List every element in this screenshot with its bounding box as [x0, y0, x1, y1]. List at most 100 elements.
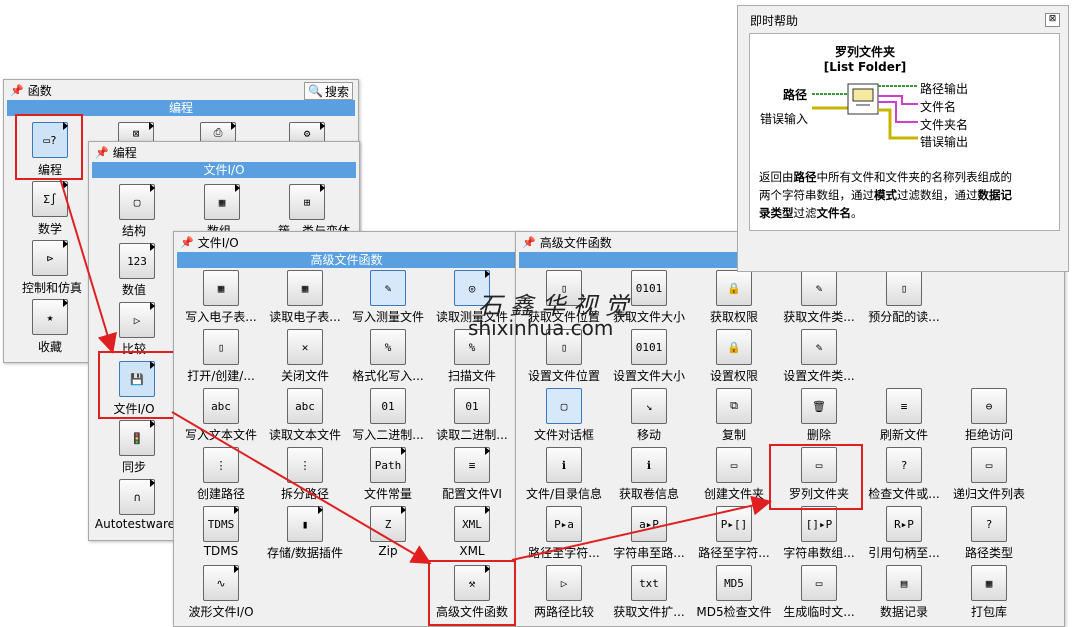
pin-icon[interactable]: 📌 [95, 146, 109, 159]
file-io-item-label-12: 创建路径 [196, 487, 245, 501]
advanced-item-label-10: 移动 [636, 428, 661, 442]
advanced-item-icon-32[interactable]: ▦ [971, 565, 1007, 601]
file-io-item-icon-9[interactable]: abc [287, 388, 323, 424]
desc-bold: 模式 [874, 188, 897, 202]
file-io-item-label-13: 拆分路径 [280, 487, 329, 501]
desc-text: 过滤 [793, 206, 817, 220]
comparison-icon[interactable]: ▷ [119, 302, 155, 338]
advanced-item-label-17: 创建文件夹 [703, 487, 764, 501]
autotestware-icon[interactable]: ∩ [119, 479, 155, 515]
file-io-item-icon-1[interactable]: ▦ [287, 270, 323, 306]
control-simulation-category-icon[interactable]: ⊳ [32, 240, 68, 276]
control-simulation-category-label: 控制和仿真 [21, 281, 82, 295]
desc-text: 。 [851, 206, 863, 220]
file-io-item-icon-6[interactable]: % [370, 329, 406, 365]
file-io-item-icon-18[interactable]: Z [370, 506, 406, 542]
file-io-item-icon-0[interactable]: ▦ [203, 270, 239, 306]
advanced-item-icon-16[interactable]: ℹ [631, 447, 667, 483]
advanced-item-icon-20[interactable]: ▭ [971, 447, 1007, 483]
file-io-item-label-20: 波形文件I/O [188, 605, 254, 619]
watermark-url: shixinhua.com [468, 316, 614, 340]
advanced-item-icon-3[interactable]: ✎ [801, 270, 837, 306]
file-io-item-icon-11[interactable]: 01 [454, 388, 490, 424]
file-io-item-icon-4[interactable]: ▯ [203, 329, 239, 365]
advanced-item-icon-31[interactable]: ▤ [886, 565, 922, 601]
advanced-item-label-30: 生成临时文... [783, 605, 855, 619]
close-icon[interactable]: ⊠ [1045, 13, 1060, 27]
file-io-item-icon-2[interactable]: ✎ [370, 270, 406, 306]
advanced-item-icon-9[interactable]: ▢ [546, 388, 582, 424]
output-path-label: 路径输出 [920, 82, 969, 96]
advanced-item-icon-30[interactable]: ▭ [801, 565, 837, 601]
advanced-item-icon-24[interactable]: []▸P [801, 506, 837, 542]
advanced-item-icon-27[interactable]: ▷ [546, 565, 582, 601]
node-title-en: [List Folder] [823, 60, 907, 74]
advanced-item-icon-21[interactable]: P▸a [546, 506, 582, 542]
advanced-item-icon-14[interactable]: ⊖ [971, 388, 1007, 424]
numeric-icon[interactable]: 123 [119, 243, 155, 279]
advanced-item-icon-7[interactable]: 🔒 [716, 329, 752, 365]
file-io-item-icon-10[interactable]: 01 [370, 388, 406, 424]
file-io-item-label-6: 格式化写入... [352, 369, 424, 383]
file-io-item-icon-13[interactable]: ⋮ [287, 447, 323, 483]
advanced-item-icon-25[interactable]: R▸P [886, 506, 922, 542]
advanced-item-icon-12[interactable]: 🗑 [801, 388, 837, 424]
file-io-palette-titlebar[interactable]: 📌 文件I/O [174, 232, 519, 252]
advanced-item-label-6: 设置文件大小 [612, 369, 685, 383]
favorites-category-label: 收藏 [37, 340, 62, 354]
programming-palette-titlebar[interactable]: 📌 编程 [89, 142, 359, 162]
advanced-item-icon-10[interactable]: ↘ [631, 388, 667, 424]
synchronization-icon[interactable]: 🚦 [119, 420, 155, 456]
advanced-item-icon-17[interactable]: ▭ [716, 447, 752, 483]
file-io-item-icon-12[interactable]: ⋮ [203, 447, 239, 483]
file-io-item-icon-17[interactable]: ▮ [287, 506, 323, 542]
pin-icon[interactable]: 📌 [522, 236, 536, 249]
structures-icon[interactable]: ▢ [119, 184, 155, 220]
pin-icon[interactable]: 📌 [180, 236, 194, 249]
advanced-item-icon-19[interactable]: ? [886, 447, 922, 483]
advanced-item-label-5: 设置文件位置 [527, 369, 600, 383]
advanced-item-icon-29[interactable]: MD5 [716, 565, 752, 601]
advanced-item-icon-4[interactable]: ▯ [886, 270, 922, 306]
favorites-category-icon[interactable]: ★ [32, 299, 68, 335]
advanced-item-icon-13[interactable]: ≡ [886, 388, 922, 424]
output-filenames-label: 文件名 [920, 100, 957, 114]
file-io-item-label-19: XML [459, 544, 485, 558]
advanced-item-label-28: 获取文件扩... [613, 605, 685, 619]
advanced-item-icon-28[interactable]: txt [631, 565, 667, 601]
advanced-item-icon-1[interactable]: 0101 [631, 270, 667, 306]
output-foldernames-label: 文件夹名 [920, 118, 969, 132]
input-path-label: 路径 [783, 88, 808, 102]
advanced-item-icon-23[interactable]: P▸[] [716, 506, 752, 542]
pin-icon[interactable]: 📌 [10, 84, 24, 97]
functions-palette-title: 函数 [27, 83, 52, 98]
advanced-item-icon-2[interactable]: 🔒 [716, 270, 752, 306]
math-category-icon[interactable]: Σ∫ [32, 181, 68, 217]
advanced-item-label-9: 文件对话框 [533, 428, 594, 442]
file-io-item-icon-20[interactable]: ∿ [203, 565, 239, 601]
file-io-item-icon-15[interactable]: ≡ [454, 447, 490, 483]
file-io-item-label-11: 读取二进制... [436, 428, 508, 442]
file-io-item-label-2: 写入测量文件 [351, 310, 424, 324]
advanced-item-icon-11[interactable]: ⧉ [716, 388, 752, 424]
advanced-item-label-16: 获取卷信息 [618, 487, 679, 501]
search-button[interactable]: 🔍 搜索 [304, 82, 353, 100]
context-help-window: 即时帮助 ⊠ 罗列文件夹 [List Folder] 路径 错误输入 路径输出 … [737, 5, 1069, 272]
cluster-class-variant-icon[interactable]: ⊞ [289, 184, 325, 220]
advanced-item-icon-8[interactable]: ✎ [801, 329, 837, 365]
file-io-item-icon-19[interactable]: XML [454, 506, 490, 542]
advanced-item-icon-22[interactable]: a▸P [631, 506, 667, 542]
advanced-item-icon-15[interactable]: ℹ [546, 447, 582, 483]
file-io-item-icon-8[interactable]: abc [203, 388, 239, 424]
advanced-item-icon-6[interactable]: 0101 [631, 329, 667, 365]
file-io-item-icon-16[interactable]: TDMS [203, 506, 239, 542]
file-io-item-label-18: Zip [378, 544, 398, 558]
file-io-item-label-15: 配置文件VI [442, 487, 502, 501]
structures-label: 结构 [121, 224, 146, 238]
file-io-item-icon-14[interactable]: Path [370, 447, 406, 483]
advanced-item-label-8: 设置文件类... [783, 369, 855, 383]
file-io-item-icon-5[interactable]: ✕ [287, 329, 323, 365]
array-icon[interactable]: ▦ [204, 184, 240, 220]
advanced-item-icon-26[interactable]: ? [971, 506, 1007, 542]
math-category-label: 数学 [37, 222, 62, 236]
